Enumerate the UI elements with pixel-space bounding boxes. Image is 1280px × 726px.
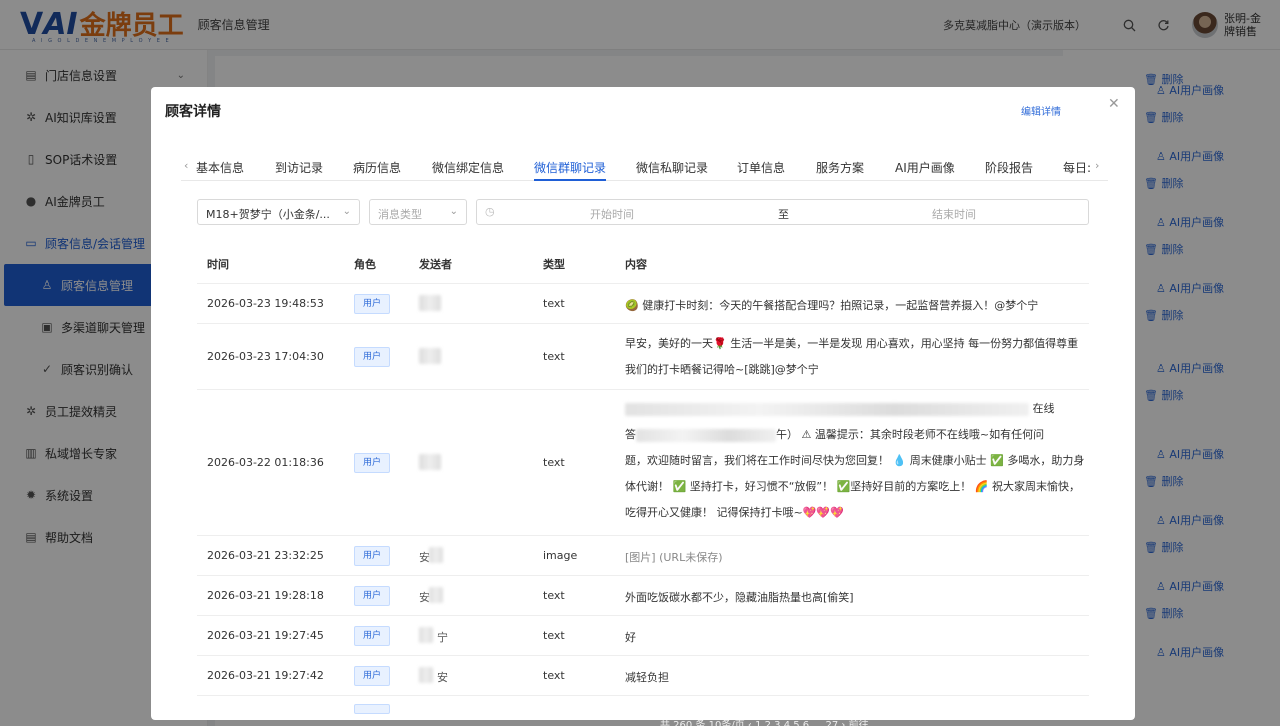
message-type-select[interactable]: 消息类型 ⌄: [369, 199, 467, 225]
date-range-picker[interactable]: ◷ 开始时间 至 结束时间: [476, 199, 1089, 225]
row-content: 减轻负担: [625, 671, 669, 684]
column-header-content: 内容: [625, 258, 647, 271]
row-type: text: [543, 297, 565, 310]
sender-blurred: [419, 627, 433, 643]
row-time: 2026-03-22 01:18:36: [207, 456, 324, 469]
row-time: 2026-03-23 17:04:30: [207, 350, 324, 363]
tab-daily[interactable]: 每日:: [1063, 159, 1091, 176]
row-type: text: [543, 589, 565, 602]
row-type: image: [543, 549, 578, 562]
clock-icon: ◷: [485, 205, 495, 218]
row-content: 🥝 健康打卡时刻：今天的午餐搭配合理吗？拍照记录，一起监督营养摄入！@梦个宁: [625, 299, 1039, 312]
tab-wechat-group-chat[interactable]: 微信群聊记录: [534, 159, 606, 176]
tab-wechat-binding[interactable]: 微信绑定信息: [432, 159, 504, 176]
tab-ai-portrait[interactable]: AI用户画像: [895, 159, 955, 176]
role-tag: 用户: [354, 294, 390, 314]
column-header-time: 时间: [207, 258, 229, 271]
table-row[interactable]: [197, 695, 1089, 714]
close-icon[interactable]: ✕: [1108, 96, 1120, 112]
tab-orders[interactable]: 订单信息: [737, 159, 785, 176]
row-time: 2026-03-21 19:27:42: [207, 669, 324, 682]
chevron-left-icon[interactable]: ‹: [184, 159, 188, 172]
role-tag: 用户: [354, 546, 390, 566]
content-line: 在线: [625, 396, 1089, 422]
table-row[interactable]: 2026-03-21 19:27:45 用户 宁 text 好: [197, 615, 1089, 655]
role-tag: 用户: [354, 453, 390, 473]
column-header-sender: 发送者: [419, 258, 452, 271]
role-tag: 用户: [354, 626, 390, 646]
row-sender: 宁: [437, 631, 448, 644]
row-content: 在线 答 午） ⚠ 温馨提示：其余时段老师不在线哦~如有任何问 题，欢迎随时留言，…: [625, 396, 1089, 526]
sender-blurred: [429, 547, 443, 563]
edit-details-link[interactable]: 编辑详情: [1021, 103, 1061, 118]
content-text: 答: [625, 428, 636, 441]
row-time: 2026-03-21 23:32:25: [207, 549, 324, 562]
role-tag: 用户: [354, 666, 390, 686]
row-time: 2026-03-21 19:28:18: [207, 589, 324, 602]
row-content: 早安，美好的一天🌹 生活一半是美，一半是发现 用心喜欢，用心坚持 每一份努力都值…: [625, 337, 1079, 376]
row-sender: 安: [437, 671, 448, 684]
range-separator: 至: [778, 208, 789, 221]
detail-tabs: ‹ 基本信息 到访记录 病历信息 微信绑定信息 微信群聊记录 微信私聊记录 订单…: [181, 151, 1108, 181]
content-line: 答 午） ⚠ 温馨提示：其余时段老师不在线哦~如有任何问: [625, 422, 1089, 448]
table-row[interactable]: 2026-03-21 19:28:18 用户 安 text 外面吃饭碳水都不少，…: [197, 575, 1089, 615]
sender-blurred: [429, 587, 443, 603]
sender-blurred: [419, 454, 441, 470]
table-row[interactable]: 2026-03-22 01:18:36 用户 text 在线 答 午） ⚠ 温馨提…: [197, 389, 1089, 535]
row-content: [图片] (URL未保存): [625, 551, 723, 564]
row-time: 2026-03-21 19:27:45: [207, 629, 324, 642]
role-tag: 用户: [354, 586, 390, 606]
modal-title: 顾客详情: [165, 104, 221, 120]
role-tag: 用户: [354, 347, 390, 367]
column-header-type: 类型: [543, 258, 565, 271]
sender-blurred: [419, 348, 441, 364]
table-row[interactable]: 2026-03-21 23:32:25 用户 安 image [图片] (URL…: [197, 535, 1089, 575]
tab-service-plan[interactable]: 服务方案: [816, 159, 864, 176]
active-tab-indicator: [534, 179, 606, 181]
blurred-text: [636, 428, 776, 442]
row-content: 好: [625, 631, 636, 644]
end-time-input[interactable]: 结束时间: [932, 206, 976, 222]
content-text: 题，欢迎随时留言，我们将在工作时间尽快为您回复！ 💧 周末健康小贴士 ✅ 多喝水…: [625, 454, 1085, 519]
sender-blurred: [419, 667, 433, 683]
chevron-down-icon: ⌄: [449, 206, 458, 217]
message-type-placeholder: 消息类型: [378, 208, 422, 221]
row-content: 外面吃饭碳水都不少，隐藏油脂热量也高[偷笑]: [625, 591, 854, 604]
sender-blurred: [419, 295, 441, 311]
table-row[interactable]: 2026-03-21 19:27:42 用户 安 text 减轻负担: [197, 655, 1089, 695]
row-type: text: [543, 456, 565, 469]
chevron-down-icon: ⌄: [342, 206, 351, 217]
row-type: text: [543, 629, 565, 642]
group-select-value: M18+贺梦宁（小金条/...: [206, 208, 330, 221]
tab-stage-report[interactable]: 阶段报告: [985, 159, 1033, 176]
column-header-role: 角色: [354, 258, 376, 271]
customer-detail-modal: 顾客详情 编辑详情 ✕ ‹ 基本信息 到访记录 病历信息 微信绑定信息 微信群聊…: [151, 87, 1135, 720]
table-row[interactable]: 2026-03-23 17:04:30 用户 text 早安，美好的一天🌹 生活…: [197, 323, 1089, 389]
tab-basic-info[interactable]: 基本信息: [196, 159, 244, 176]
chevron-right-icon[interactable]: ›: [1095, 159, 1099, 172]
content-text: 午） ⚠ 温馨提示：其余时段老师不在线哦~如有任何问: [776, 428, 1045, 441]
row-time: 2026-03-23 19:48:53: [207, 297, 324, 310]
tab-wechat-private-chat[interactable]: 微信私聊记录: [636, 159, 708, 176]
tab-visit-records[interactable]: 到访记录: [275, 159, 323, 176]
row-type: text: [543, 350, 565, 363]
tab-medical-info[interactable]: 病历信息: [353, 159, 401, 176]
content-text: 在线: [1032, 402, 1055, 415]
table-row[interactable]: 2026-03-23 19:48:53 用户 text 🥝 健康打卡时刻：今天的…: [197, 283, 1089, 323]
start-time-input[interactable]: 开始时间: [590, 206, 634, 222]
row-type: text: [543, 669, 565, 682]
blurred-text: [625, 402, 1029, 416]
role-tag: [354, 704, 390, 714]
group-select[interactable]: M18+贺梦宁（小金条/... ⌄: [197, 199, 360, 225]
